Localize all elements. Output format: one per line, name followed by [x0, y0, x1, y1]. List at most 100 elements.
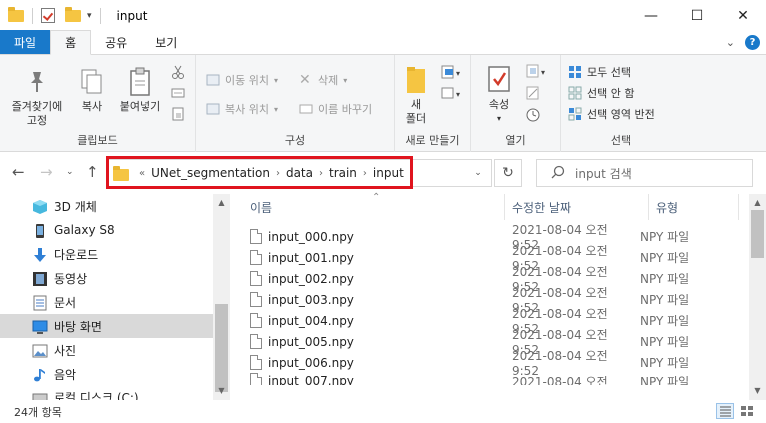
folder-icon[interactable]: [8, 6, 24, 22]
3d-objects-icon: [32, 199, 47, 214]
nav-scrollbar[interactable]: ▲ ▼: [213, 194, 230, 400]
properties-button[interactable]: 속성 ▾: [479, 65, 519, 126]
file-type: NPY 파일: [640, 356, 690, 370]
delete-icon: ✕: [299, 72, 311, 88]
easy-access-icon[interactable]: ▾: [441, 86, 460, 100]
nav-scrollbar-thumb[interactable]: [215, 304, 228, 392]
column-header-type[interactable]: 유형: [648, 194, 738, 220]
highlight-box: [106, 156, 413, 189]
rename-button[interactable]: 이름 바꾸기: [299, 101, 372, 117]
scroll-up-icon[interactable]: ▲: [213, 198, 230, 207]
nav-item-videos[interactable]: 동영상: [0, 266, 213, 290]
file-name: input_004.npy: [268, 313, 354, 328]
nav-item-3d-objects[interactable]: 3D 개체: [0, 194, 213, 218]
file-name: input_001.npy: [268, 250, 354, 265]
edit-icon[interactable]: [526, 86, 540, 100]
file-icon: [250, 229, 262, 244]
move-to-button[interactable]: 이동 위치 ▾: [206, 72, 278, 88]
copy-path-icon[interactable]: [171, 86, 185, 100]
desktop-icon: [32, 319, 48, 334]
cut-icon[interactable]: [171, 65, 185, 79]
help-icon[interactable]: ?: [745, 35, 760, 50]
paste-icon: [125, 67, 155, 97]
tab-home[interactable]: 홈: [50, 30, 92, 55]
chevron-down-icon[interactable]: ⌄: [726, 36, 735, 49]
search-box[interactable]: input 검색: [536, 159, 753, 187]
scroll-down-icon[interactable]: ▼: [213, 386, 230, 395]
invert-selection-icon: [568, 107, 582, 121]
details-view-icon[interactable]: [716, 403, 734, 419]
file-name-cell: input_000.npy: [250, 229, 488, 244]
copy-button[interactable]: 복사: [72, 67, 112, 114]
nav-item-desktop[interactable]: 바탕 화면: [0, 314, 213, 338]
column-header-date[interactable]: 수정한 날짜: [504, 194, 648, 220]
close-button[interactable]: ✕: [720, 0, 766, 31]
address-dropdown-icon[interactable]: ⌄: [468, 159, 488, 187]
select-none-icon: [568, 86, 582, 100]
column-divider[interactable]: [738, 194, 739, 220]
file-name: input_005.npy: [268, 334, 354, 349]
select-all-button[interactable]: 모두 선택: [568, 64, 631, 80]
delete-button[interactable]: ✕ 삭제 ▾: [299, 72, 347, 88]
file-row[interactable]: input_007.npy 2021-08-04 오전 9:52 NPY 파일: [250, 373, 746, 385]
up-arrow-icon[interactable]: ↑: [86, 163, 99, 181]
invert-selection-button[interactable]: 선택 영역 반전: [568, 106, 655, 122]
file-name-cell: input_003.npy: [250, 292, 488, 307]
paste-button[interactable]: 붙여넣기: [114, 67, 166, 114]
file-icon: [250, 271, 262, 286]
scroll-down-icon[interactable]: ▼: [749, 386, 766, 395]
title-bar: ▾ input — ☐ ✕: [0, 0, 766, 31]
nav-item-downloads[interactable]: 다운로드: [0, 242, 213, 266]
pin-quick-access-button[interactable]: 즐겨찾기에 고정: [6, 67, 68, 128]
nav-item-pictures[interactable]: 사진: [0, 338, 213, 362]
file-list: 이름 ⌃ 수정한 날짜 유형 input_000.npy 2021-08-04 오…: [230, 192, 766, 400]
open-group: 속성 ▾ ▾ 열기: [471, 55, 561, 152]
file-name: input_000.npy: [268, 229, 354, 244]
paste-shortcut-icon[interactable]: [171, 107, 185, 121]
tab-file[interactable]: 파일: [0, 30, 51, 54]
recent-locations-icon[interactable]: ⌄: [66, 167, 74, 177]
back-arrow-icon[interactable]: ←: [12, 163, 25, 181]
tab-view[interactable]: 보기: [141, 30, 191, 54]
maximize-button[interactable]: ☐: [674, 0, 720, 31]
quick-access-toolbar: ▾: [0, 6, 107, 24]
file-row[interactable]: input_006.npy 2021-08-04 오전 9:52 NPY 파일: [250, 349, 746, 378]
file-icon: [250, 334, 262, 349]
file-list-scrollbar[interactable]: ▲ ▼: [749, 194, 766, 400]
window-controls: — ☐ ✕: [628, 0, 766, 31]
item-count: 24개 항목: [14, 405, 62, 419]
file-list-scrollbar-thumb[interactable]: [751, 210, 764, 258]
refresh-icon[interactable]: ↻: [494, 159, 522, 187]
nav-item-documents[interactable]: 문서: [0, 290, 213, 314]
select-none-button[interactable]: 선택 안 함: [568, 85, 634, 101]
properties-icon: [484, 65, 514, 95]
new-item-icon[interactable]: ▾: [441, 65, 460, 79]
organize-group-label: 구성: [284, 134, 306, 147]
large-icons-view-icon[interactable]: [738, 403, 756, 419]
file-type: NPY 파일: [640, 335, 690, 349]
scroll-up-icon[interactable]: ▲: [749, 198, 766, 207]
organize-group: 이동 위치 ▾ 복사 위치 ▾ ✕ 삭제 ▾ 이름 바꾸기 구성: [196, 55, 395, 152]
file-icon: [250, 373, 262, 385]
file-icon: [250, 355, 262, 370]
minimize-button[interactable]: —: [628, 0, 674, 31]
copy-to-button[interactable]: 복사 위치 ▾: [206, 101, 278, 117]
properties-icon[interactable]: [41, 8, 55, 23]
nav-item-music[interactable]: 음악: [0, 362, 213, 386]
file-icon: [250, 292, 262, 307]
copy-to-icon: [206, 102, 220, 116]
forward-arrow-icon[interactable]: →: [40, 163, 53, 181]
pin-icon: [22, 67, 52, 97]
history-icon[interactable]: [526, 108, 540, 122]
customize-toolbar-icon[interactable]: ▾: [87, 11, 92, 21]
file-icon: [250, 313, 262, 328]
move-to-icon: [206, 73, 220, 87]
new-group: 새 폴더 ▾ ▾ 새로 만들기: [395, 55, 471, 152]
nav-item-galaxy-s8[interactable]: Galaxy S8: [0, 218, 213, 242]
open-icon[interactable]: ▾: [526, 64, 545, 78]
new-folder-button[interactable]: 새 폴더: [399, 65, 433, 126]
tab-share[interactable]: 공유: [91, 30, 141, 54]
nav-item-local-disk[interactable]: 로컬 디스크 (C:): [0, 386, 213, 400]
select-all-icon: [568, 65, 582, 79]
new-folder-icon[interactable]: [65, 6, 81, 22]
